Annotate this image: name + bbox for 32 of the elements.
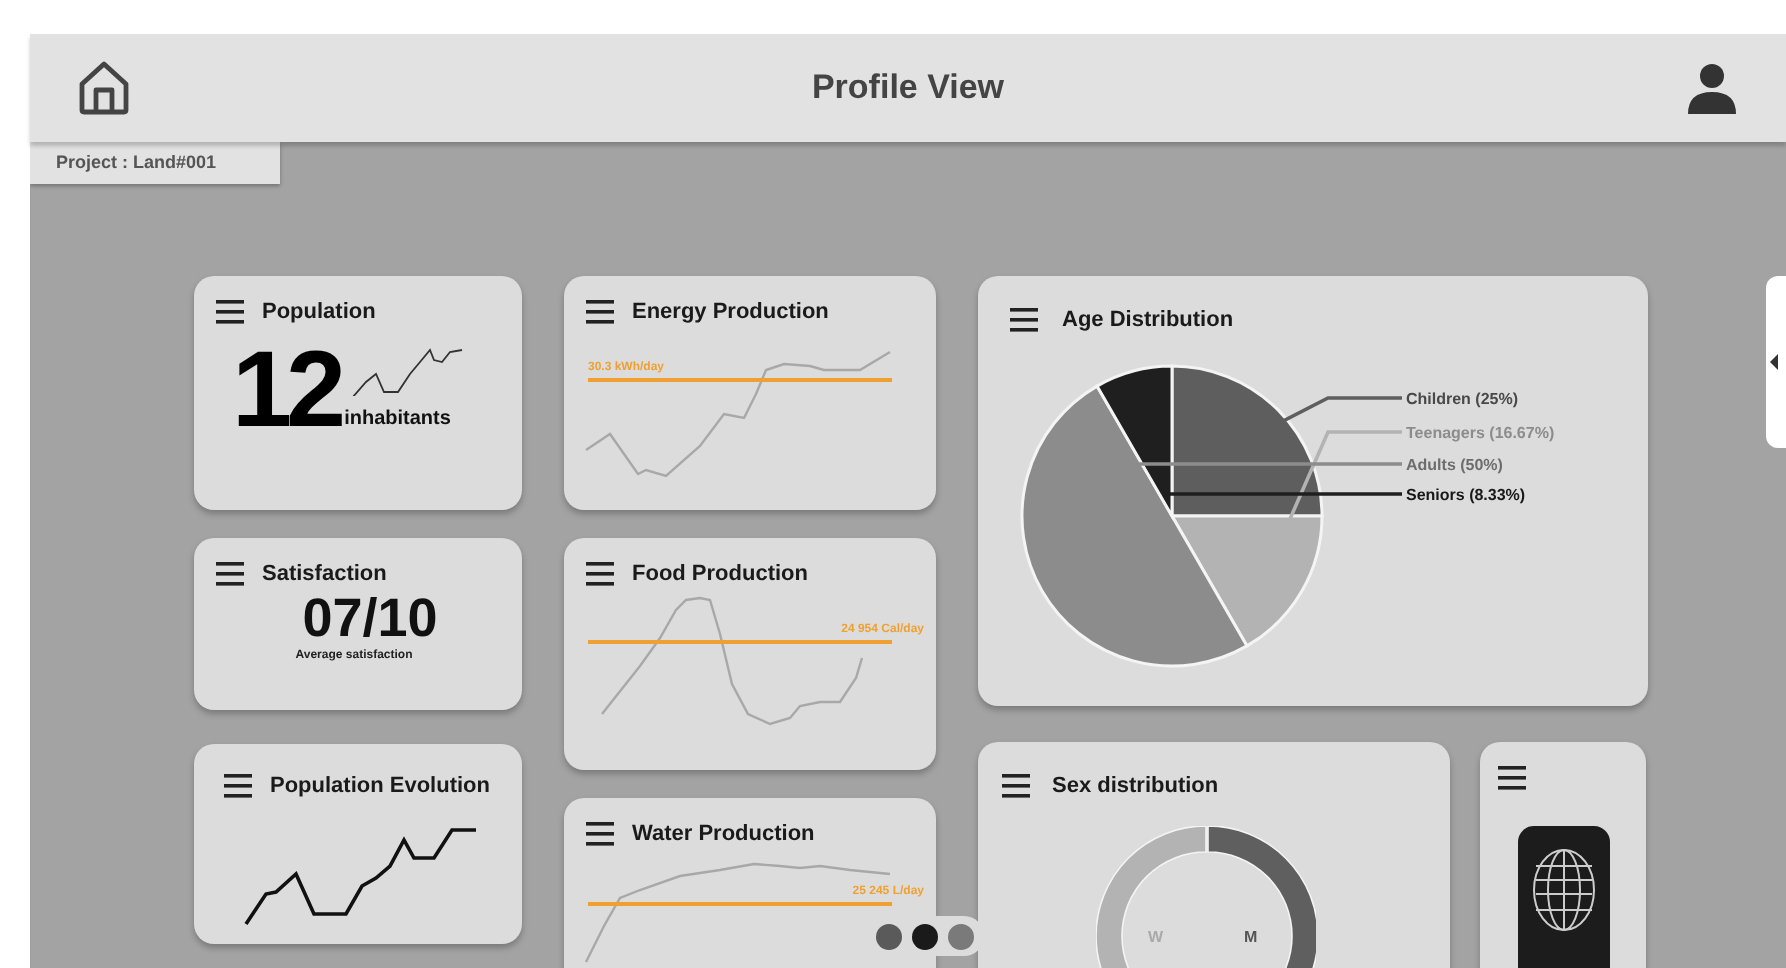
page-title: Profile View (811, 66, 1005, 111)
card-title: Sex distribution (1052, 772, 1219, 802)
legend-label: Adults (50%) (1406, 453, 1503, 477)
menu-icon[interactable] (1010, 308, 1038, 333)
globe-icon (1530, 846, 1598, 934)
menu-icon[interactable] (216, 562, 244, 587)
card-title: Water Production (632, 820, 815, 850)
menu-icon[interactable] (586, 822, 614, 847)
project-tag: Project : Land#001 (30, 142, 280, 184)
card-title: Energy Production (632, 298, 829, 328)
card-title: Food Production (632, 560, 808, 590)
legend-label: Teenagers (16.67%) (1406, 421, 1555, 445)
menu-icon[interactable] (1498, 766, 1526, 790)
menu-icon[interactable] (224, 774, 252, 799)
legend-label: Seniors (8.33%) (1406, 483, 1526, 507)
population-value: 12 (232, 345, 341, 433)
legend-label: Children (25%) (1406, 387, 1519, 411)
caret-left-icon (1770, 354, 1778, 370)
home-icon[interactable] (78, 60, 130, 116)
user-icon[interactable] (1686, 62, 1738, 114)
card-title: Population (262, 298, 376, 328)
menu-icon[interactable] (1002, 774, 1030, 799)
side-panel-tab[interactable] (1766, 276, 1786, 448)
population-unit: inhabitants (344, 405, 451, 433)
menu-icon[interactable] (216, 300, 244, 325)
card-title: Age Distribution (1062, 306, 1234, 336)
menu-icon[interactable] (586, 562, 614, 587)
donut-label: M (1244, 925, 1258, 949)
menu-icon[interactable] (586, 300, 614, 325)
card-title: Population Evolution (270, 772, 490, 802)
card-title: Satisfaction (262, 560, 387, 590)
satisfaction-score: 07/10 (302, 587, 438, 647)
